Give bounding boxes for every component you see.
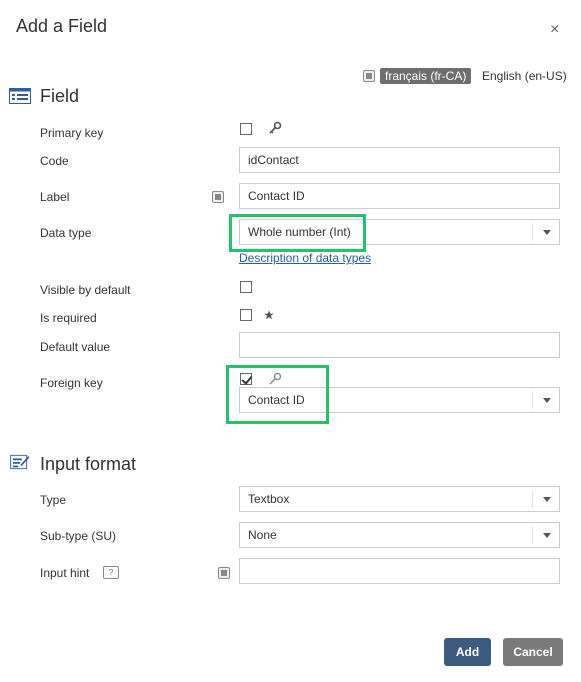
select-divider — [532, 391, 533, 409]
data-type-label: Data type — [40, 226, 92, 240]
code-label: Code — [40, 154, 69, 168]
sub-type-label: Sub-type (SU) — [40, 529, 117, 543]
translate-icon[interactable] — [218, 567, 230, 579]
code-input[interactable]: idContact — [239, 147, 560, 173]
primary-key-checkbox[interactable] — [240, 123, 252, 135]
visible-by-default-checkbox[interactable] — [240, 281, 252, 293]
type-label: Type — [40, 493, 67, 507]
chevron-down-icon — [543, 398, 551, 403]
visible-by-default-label: Visible by default — [40, 283, 131, 297]
input-format-heading: Input format — [40, 454, 137, 474]
star-icon — [264, 310, 274, 320]
input-hint-input[interactable] — [239, 558, 560, 584]
default-value-label: Default value — [40, 340, 111, 354]
table-icon — [9, 88, 31, 104]
translate-icon — [363, 70, 375, 82]
help-icon[interactable]: ? — [103, 566, 119, 579]
form-edit-icon — [10, 454, 30, 470]
chevron-down-icon — [543, 497, 551, 502]
key-icon — [269, 121, 282, 134]
close-icon[interactable]: × — [550, 22, 559, 38]
foreign-key-label: Foreign key — [40, 376, 103, 390]
primary-key-label: Primary key — [40, 126, 104, 140]
foreign-key-highlight — [226, 365, 329, 424]
cancel-button[interactable]: Cancel — [503, 638, 563, 666]
label-input[interactable]: Contact ID — [239, 183, 560, 209]
select-divider — [532, 490, 533, 508]
label-label: Label — [40, 190, 70, 204]
input-hint-label: Input hint — [40, 566, 90, 580]
select-divider — [532, 223, 533, 241]
dialog-title: Add a Field — [16, 16, 108, 36]
default-value-input[interactable] — [239, 332, 560, 358]
field-section-heading: Field — [40, 86, 80, 106]
translate-icon[interactable] — [212, 191, 224, 203]
select-divider — [532, 526, 533, 544]
sub-type-value: None — [248, 528, 277, 542]
chevron-down-icon — [543, 230, 551, 235]
sub-type-select[interactable]: None — [239, 522, 560, 548]
type-value: Textbox — [248, 492, 290, 506]
is-required-label: Is required — [40, 311, 97, 325]
data-types-description-link[interactable]: Description of data types — [239, 251, 371, 265]
lang-fr-ca-tab[interactable]: français (fr-CA) — [380, 68, 472, 84]
data-type-highlight — [229, 214, 366, 252]
chevron-down-icon — [543, 533, 551, 538]
lang-en-us-tab[interactable]: English (en-US) — [482, 68, 567, 84]
is-required-checkbox[interactable] — [240, 309, 252, 321]
add-button[interactable]: Add — [444, 638, 491, 666]
type-select[interactable]: Textbox — [239, 486, 560, 512]
